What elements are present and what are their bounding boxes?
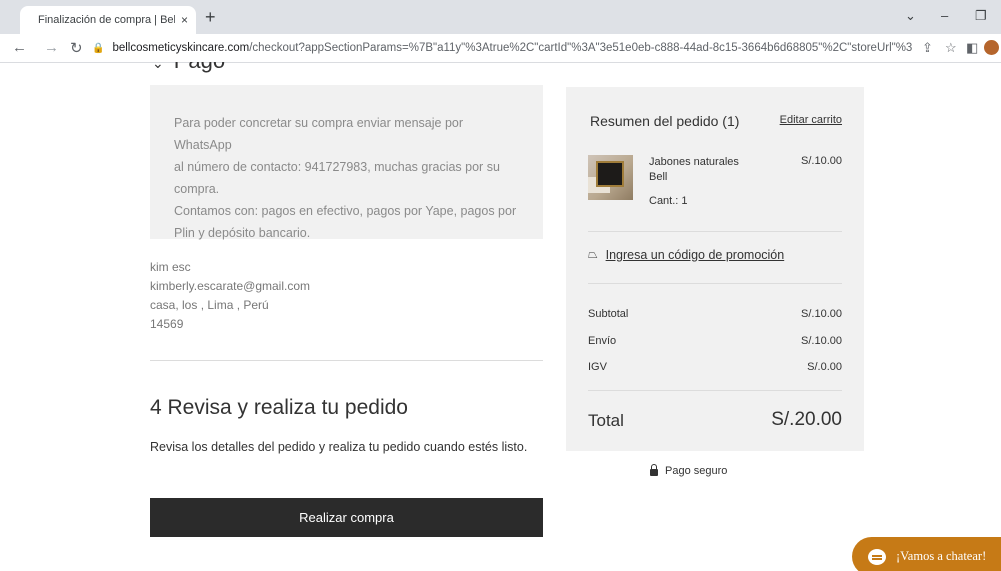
product-soap-shape (596, 161, 624, 187)
tab-close-icon[interactable]: × (181, 13, 188, 27)
restore-icon[interactable]: ❐ (975, 8, 987, 24)
payment-info-line: Plin y depósito bancario. (174, 226, 311, 240)
tab-title: Finalización de compra | Bell Cos (38, 14, 175, 26)
customer-name: kim esc (150, 260, 191, 274)
summary-divider (588, 231, 842, 232)
total-value: S/.20.00 (771, 409, 842, 430)
chat-bubble-icon (868, 548, 886, 565)
subtotal-label: Subtotal (588, 308, 629, 320)
payment-info-box: Para poder concretar su compra enviar me… (150, 85, 543, 240)
review-step-title: 4 Revisa y realiza tu pedido (150, 396, 408, 419)
product-name-line: Jabones naturales (649, 156, 739, 168)
place-order-button[interactable]: Realizar compra (150, 498, 543, 537)
side-panel-icon[interactable]: ◧ (966, 40, 978, 56)
payment-info-line: Para poder concretar su compra enviar me… (174, 116, 464, 152)
back-icon[interactable]: ← (12, 39, 27, 56)
review-step-description: Revisa los detalles del pedido y realiza… (150, 440, 528, 454)
total-label: Total (588, 411, 624, 430)
secure-payment-label: Pago seguro (665, 465, 728, 477)
url-path: /checkout?appSectionParams=%7B"a11y"%3At… (249, 42, 912, 54)
summary-divider (588, 390, 842, 391)
tax-label: IGV (588, 361, 607, 373)
chevron-down-icon: ⌄ (152, 62, 164, 71)
promo-code-label: Ingresa un código de promoción (605, 247, 785, 262)
url-text: bellcosmeticyskincare.com/checkout?appSe… (112, 42, 912, 54)
tab-search-icon[interactable]: ⌄ (905, 8, 916, 24)
payment-info-line: al número de contacto: 941727983, muchas… (174, 160, 500, 174)
order-summary-title: Resumen del pedido (1) (590, 113, 740, 129)
customer-contact: kim esc kimberly.escarate@gmail.com casa… (150, 258, 310, 334)
checkout-page: ⌄ Pago Para poder concretar su compra env… (0, 62, 1001, 571)
payment-section-heading[interactable]: ⌄ Pago (152, 62, 225, 74)
bookmark-star-icon[interactable]: ☆ (945, 40, 957, 56)
promo-code-link[interactable]: ⏢ Ingresa un código de promoción (588, 247, 784, 262)
tag-icon: ⏢ (588, 247, 598, 261)
tax-value: S/.0.00 (807, 361, 842, 373)
browser-tab[interactable]: Finalización de compra | Bell Cos × (20, 6, 196, 34)
padlock-icon (650, 463, 658, 476)
browser-toolbar: ← → ↻ 🔒 bellcosmeticyskincare.com/checko… (0, 34, 1001, 63)
product-thumbnail (588, 155, 633, 200)
chat-button-label: ¡Vamos a chatear! (896, 549, 987, 563)
customer-address: casa, los , Lima , Perú (150, 298, 269, 312)
secure-payment-note: Pago seguro (650, 463, 728, 477)
product-name: Jabones naturales Bell (649, 155, 759, 185)
edit-cart-link[interactable]: Editar carrito (780, 114, 842, 126)
subtotal-value: S/.10.00 (801, 308, 842, 320)
section-divider (150, 360, 543, 361)
reload-icon[interactable]: ↻ (70, 39, 83, 57)
minimize-icon[interactable]: ‒ (941, 8, 948, 23)
product-name-line: Bell (649, 171, 668, 183)
summary-divider (588, 283, 842, 284)
url-host: bellcosmeticyskincare.com (112, 42, 250, 54)
customer-email: kimberly.escarate@gmail.com (150, 279, 311, 293)
shipping-value: S/.10.00 (801, 335, 842, 347)
chat-button[interactable]: ¡Vamos a chatear! (852, 537, 1001, 571)
payment-info-line: Contamos con: pagos en efectivo, pagos p… (174, 204, 517, 218)
payment-info-line: compra. (174, 182, 220, 196)
address-bar[interactable]: 🔒 bellcosmeticyskincare.com/checkout?app… (92, 37, 912, 59)
lock-icon[interactable]: 🔒 (92, 43, 104, 54)
product-quantity: Cant.: 1 (649, 195, 688, 207)
share-icon[interactable]: ⇪ (922, 40, 933, 56)
order-summary: Resumen del pedido (1) Editar carrito Ja… (566, 87, 864, 451)
forward-icon[interactable]: → (44, 39, 59, 56)
product-price: S/.10.00 (801, 155, 842, 167)
new-tab-icon[interactable]: + (205, 7, 216, 28)
shipping-label: Envío (588, 335, 617, 347)
browser-tab-bar: Finalización de compra | Bell Cos × + ⌄ … (0, 0, 1001, 34)
profile-avatar[interactable] (984, 40, 999, 55)
customer-zip: 14569 (150, 317, 184, 331)
payment-heading-text: Pago (174, 62, 225, 73)
